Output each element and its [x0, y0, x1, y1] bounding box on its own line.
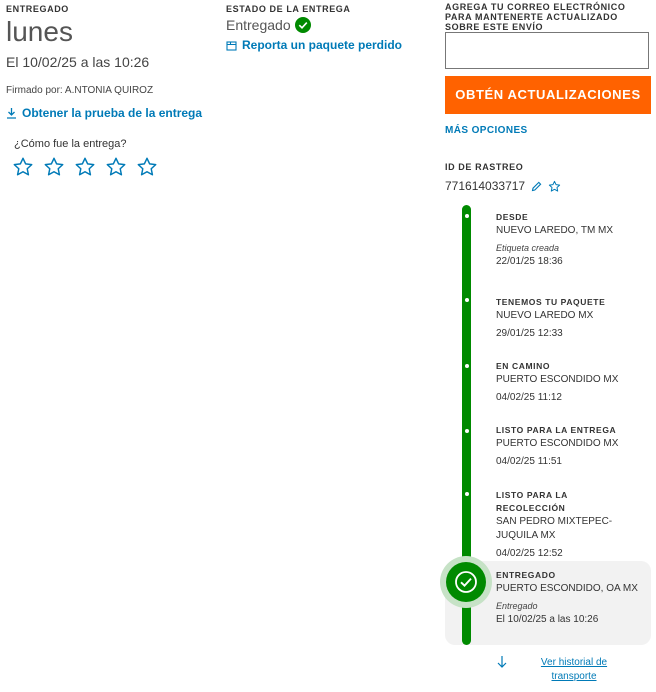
delivery-status-value: Entregado	[226, 17, 291, 33]
timeline-dot	[464, 429, 469, 433]
star-icon[interactable]	[43, 156, 65, 178]
status-heading: ESTADO DE LA ENTREGA	[226, 4, 351, 14]
timeline-event-location: SAN PEDRO MIXTEPEC-JUQUILA MX	[496, 516, 613, 541]
rate-delivery-question: ¿Cómo fue la entrega?	[14, 138, 127, 150]
timeline-event-location: PUERTO ESCONDIDO, OA MX	[496, 583, 638, 594]
timeline-dot	[464, 214, 469, 218]
timeline-event-status: LISTO PARA LA RECOLECCIÓN	[496, 490, 568, 513]
timeline-event-datetime: El 10/02/25 a las 10:26	[496, 614, 599, 625]
timeline-event: TENEMOS TU PAQUETE NUEVO LAREDO MX 29/01/2…	[496, 296, 646, 341]
pencil-icon[interactable]	[531, 181, 542, 192]
timeline-event-location: PUERTO ESCONDIDO MX	[496, 438, 619, 449]
timeline-event-status: EN CAMINO	[496, 361, 551, 371]
timeline-event-status: LISTO PARA LA ENTREGA	[496, 425, 617, 435]
timeline-event-datetime: 29/01/25 12:33	[496, 328, 563, 339]
proof-of-delivery-label: Obtener la prueba de la entrega	[22, 106, 203, 120]
package-icon	[226, 40, 237, 51]
timeline-event-location: NUEVO LAREDO, TM MX	[496, 225, 614, 236]
transport-history-link[interactable]: Ver historial de transporte	[530, 656, 618, 684]
timeline-event-location: NUEVO LAREDO MX	[496, 310, 594, 321]
timeline-event: EN CAMINO PUERTO ESCONDIDO MX 04/02/25 11:…	[496, 360, 646, 405]
timeline-event-datetime: 22/01/25 18:36	[496, 256, 563, 267]
star-icon[interactable]	[136, 156, 158, 178]
delivered-check-badge	[446, 562, 486, 602]
tracking-id-value: 771614033717	[445, 179, 526, 193]
delivered-heading: ENTREGADO	[6, 4, 69, 14]
star-icon[interactable]	[105, 156, 127, 178]
timeline-event: LISTO PARA LA ENTREGA PUERTO ESCONDIDO MX…	[496, 424, 646, 469]
tracking-id-label: ID DE RASTREO	[445, 162, 524, 172]
email-input[interactable]	[445, 32, 649, 69]
delivered-day: lunes	[6, 16, 73, 47]
timeline-event-status: DESDE	[496, 212, 529, 222]
more-options-link[interactable]: MÁS OPCIONES	[445, 125, 528, 136]
check-circle-icon	[294, 17, 311, 33]
timeline-dot	[464, 364, 469, 368]
tracking-id-row: 771614033717	[445, 179, 561, 193]
timeline-event-status: ENTREGADO	[496, 570, 556, 580]
report-lost-package-link[interactable]: Reporta un paquete perdido	[226, 38, 402, 52]
timeline-event: ENTREGADO PUERTO ESCONDIDO, OA MX Entregad…	[496, 569, 646, 627]
timeline-event-status: TENEMOS TU PAQUETE	[496, 297, 606, 307]
timeline-event-datetime: 04/02/25 11:51	[496, 456, 562, 467]
report-lost-package-label: Reporta un paquete perdido	[242, 38, 403, 52]
check-icon	[455, 571, 477, 593]
get-updates-button[interactable]: OBTÉN ACTUALIZACIONES	[445, 76, 651, 114]
star-icon[interactable]	[12, 156, 34, 178]
proof-of-delivery-link[interactable]: Obtener la prueba de la entrega	[6, 106, 202, 120]
delivered-datetime: El 10/02/25 a las 10:26	[6, 54, 150, 70]
delivery-status: Entregado	[226, 17, 311, 33]
rating-stars	[12, 156, 158, 178]
timeline-event-note: Entregado	[496, 601, 538, 611]
timeline-event-location: PUERTO ESCONDIDO MX	[496, 374, 619, 385]
timeline-dot	[464, 492, 469, 496]
star-icon[interactable]	[74, 156, 96, 178]
timeline-event-note: Etiqueta creada	[496, 243, 560, 253]
email-updates-heading: AGREGA TU CORREO ELECTRÓNICO PARA MANTEN…	[445, 2, 626, 32]
arrow-down-icon	[497, 656, 507, 668]
timeline-event: LISTO PARA LA RECOLECCIÓN SAN PEDRO MIXTE…	[496, 489, 616, 561]
timeline-event: DESDE NUEVO LAREDO, TM MX Etiqueta creada 2…	[496, 211, 646, 269]
download-icon	[7, 108, 16, 119]
timeline-event-datetime: 04/02/25 11:12	[496, 392, 562, 403]
star-icon[interactable]	[548, 180, 561, 193]
signed-by: Firmado por: A.NTONIA QUIROZ	[6, 85, 154, 96]
timeline-event-datetime: 04/02/25 12:52	[496, 548, 563, 559]
timeline-dot	[464, 298, 469, 302]
